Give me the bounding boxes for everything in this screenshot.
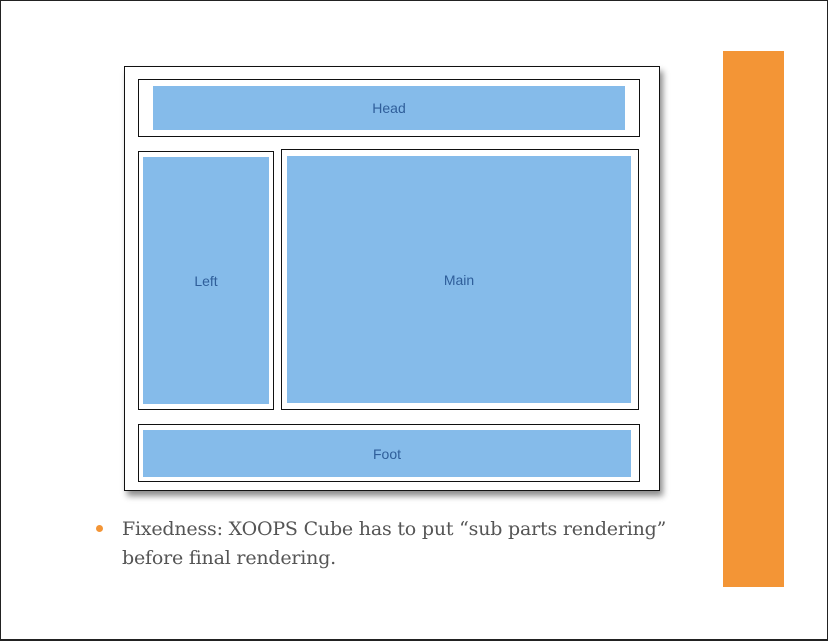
left-region: Left <box>138 151 274 410</box>
foot-block: Foot <box>143 430 631 477</box>
bullet-item: Fixedness: XOOPS Cube has to put “sub pa… <box>96 515 706 573</box>
main-region: Main <box>281 149 639 410</box>
layout-diagram: Head Left Main Foot <box>124 66 660 491</box>
head-block: Head <box>153 86 625 130</box>
bullet-text: Fixedness: XOOPS Cube has to put “sub pa… <box>122 518 667 569</box>
left-block: Left <box>143 157 269 404</box>
bullet-dot-icon <box>96 525 103 532</box>
accent-bar <box>723 51 784 587</box>
head-region: Head <box>138 79 640 137</box>
slide: Head Left Main Foot Fixedness: XOOPS Cub… <box>0 0 828 641</box>
main-block: Main <box>287 156 631 403</box>
foot-region: Foot <box>138 424 640 482</box>
